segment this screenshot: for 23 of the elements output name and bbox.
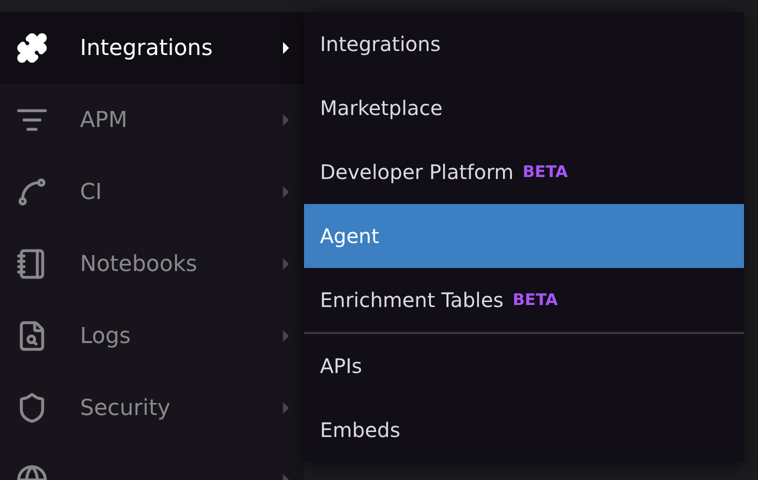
menu-item[interactable]: Embeds — [304, 398, 744, 462]
menu-item[interactable]: APIs — [304, 334, 744, 398]
caret-icon — [282, 114, 290, 126]
puzzle-icon — [16, 32, 48, 64]
menu-item[interactable]: Marketplace — [304, 76, 744, 140]
menu-item[interactable]: Developer Platform BETA — [304, 140, 744, 204]
caret-icon — [282, 258, 290, 270]
sidebar-item[interactable]: Integrations — [0, 12, 304, 84]
menu-item[interactable]: Agent — [304, 204, 744, 268]
curve-icon — [16, 176, 48, 208]
beta-label: BETA — [512, 289, 558, 311]
caret-icon — [282, 330, 290, 342]
beta-label: BETA — [522, 161, 568, 183]
caret-icon — [282, 186, 290, 198]
sidebar-item[interactable]: APM — [0, 84, 304, 156]
caret-icon — [282, 402, 290, 414]
sidebar-item[interactable]: CI — [0, 156, 304, 228]
caret-icon — [282, 42, 290, 54]
menu-item[interactable]: Integrations — [304, 12, 744, 76]
menu-item[interactable]: Enrichment Tables BETA — [304, 268, 744, 332]
sidebar-item[interactable]: Security — [0, 372, 304, 444]
sidebar-item[interactable]: Notebooks — [0, 228, 304, 300]
sidebar-item[interactable]: Logs — [0, 300, 304, 372]
